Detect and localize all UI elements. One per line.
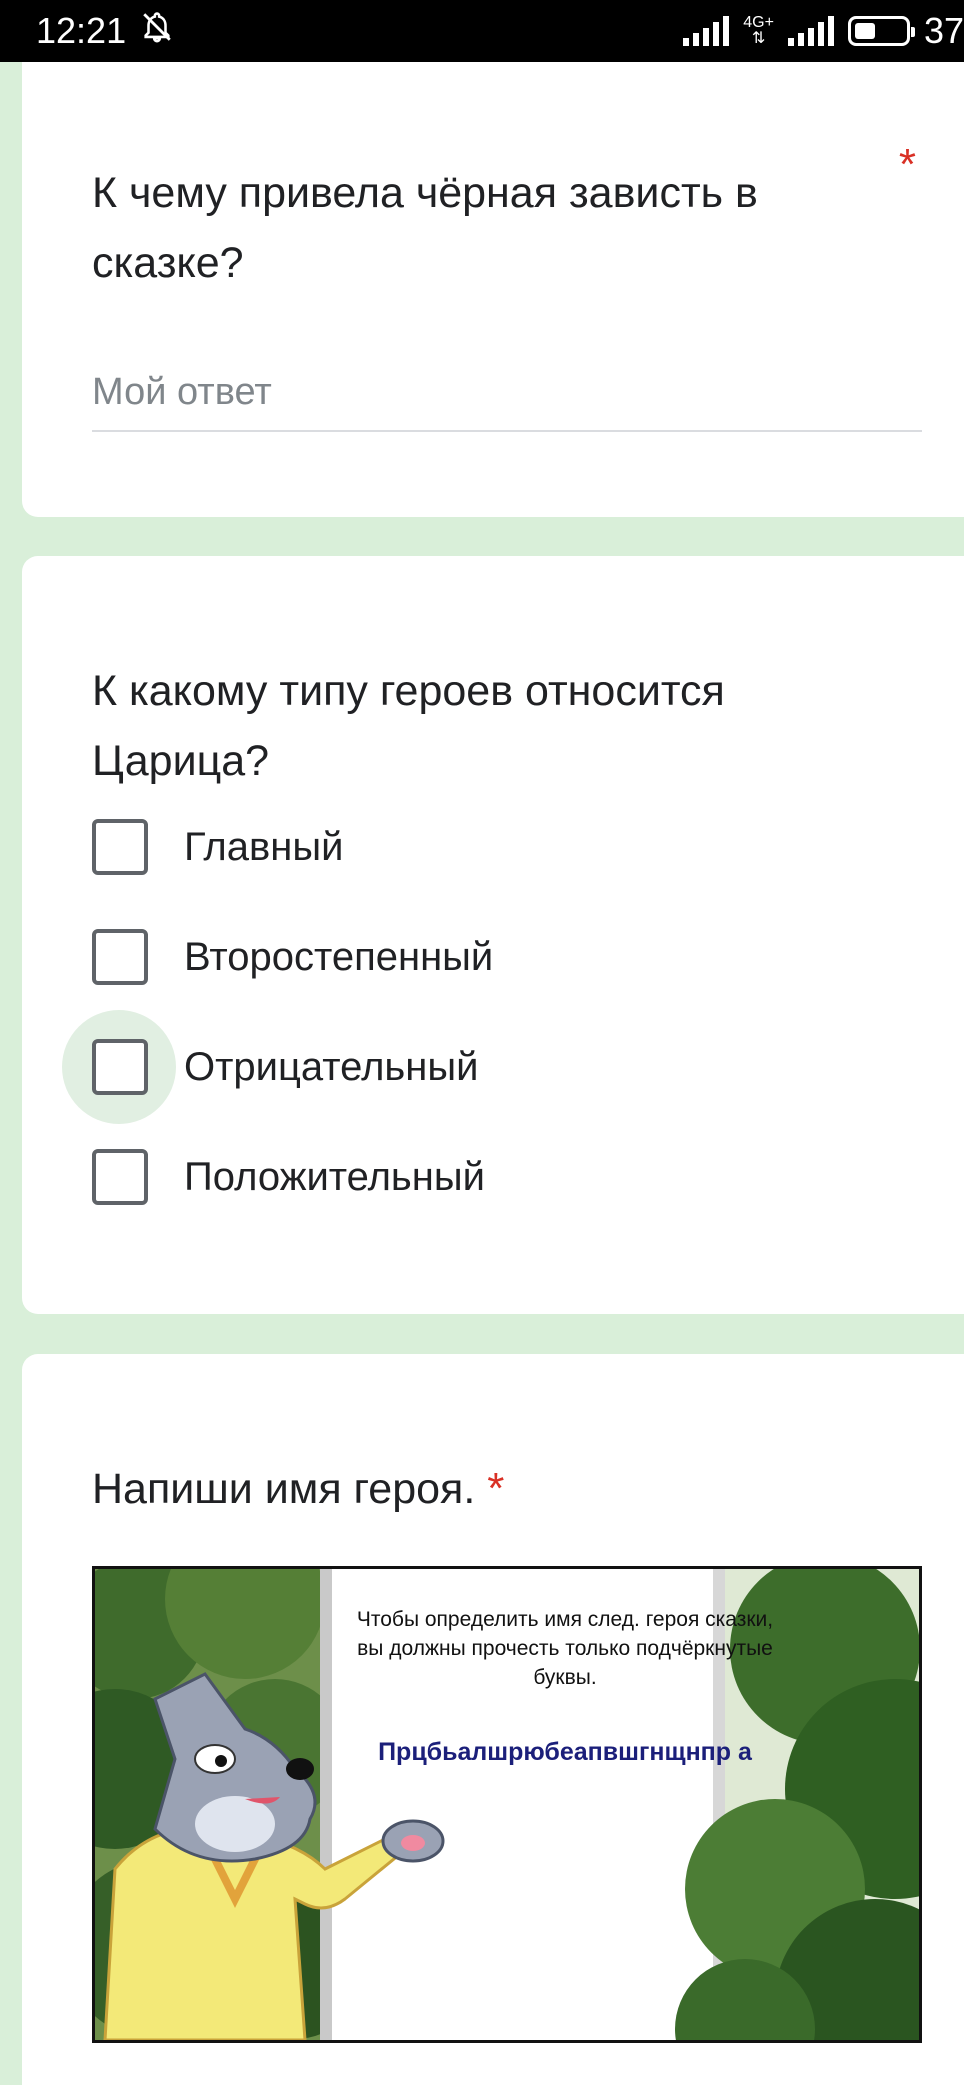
clock: 12:21 (36, 10, 127, 51)
option-negative[interactable]: Отрицательный (62, 1010, 493, 1124)
required-asterisk: * (898, 140, 916, 189)
question-image: Чтобы определить имя след. героя сказки,… (92, 1566, 922, 2043)
network-type: 4G+ ⇅ (743, 14, 774, 47)
signal-icon (683, 16, 730, 46)
signal-icon-2 (787, 16, 834, 46)
question-title: К какому типу героев относится Царица? (92, 667, 725, 785)
answer-field[interactable] (92, 362, 922, 432)
question-title-text: Напиши имя героя. (92, 1465, 476, 1513)
option-label: Главный (184, 824, 344, 869)
checkbox[interactable] (92, 929, 148, 985)
question-title: Напиши имя героя. * (92, 1454, 504, 1524)
image-puzzle-text: Прцбьалшрюбеапвшгнщнпр а (378, 1738, 752, 1766)
battery-icon (847, 16, 915, 46)
option-main[interactable]: Главный (92, 792, 493, 902)
checkbox[interactable] (92, 819, 148, 875)
checkbox[interactable] (92, 1039, 148, 1095)
answer-input[interactable] (92, 362, 922, 422)
question-title: К чему привела чёрная зависть в сказке? (92, 169, 758, 287)
status-bar: 12:21 4G+ ⇅ 37 (0, 0, 964, 62)
required-asterisk: * (487, 1464, 505, 1513)
question-card-3: Напиши имя героя. * Чтобы определить имя… (22, 1354, 964, 2085)
option-label: Положительный (184, 1154, 485, 1199)
image-instruction: Чтобы определить имя след. героя сказки,… (356, 1608, 774, 1689)
bell-off-icon (140, 10, 174, 53)
option-secondary[interactable]: Второстепенный (92, 902, 493, 1012)
checkbox[interactable] (92, 1149, 148, 1205)
option-positive[interactable]: Положительный (92, 1122, 493, 1232)
checkbox-group: Главный Второстепенный Отрицательный Пол… (62, 792, 493, 1232)
battery-percent: 37 (923, 10, 964, 51)
question-card-2: К какому типу героев относится Царица? Г… (22, 556, 964, 1314)
option-label: Второстепенный (184, 934, 494, 979)
option-label: Отрицательный (184, 1044, 479, 1089)
question-card-1: К чему привела чёрная зависть в сказке? … (22, 62, 964, 517)
